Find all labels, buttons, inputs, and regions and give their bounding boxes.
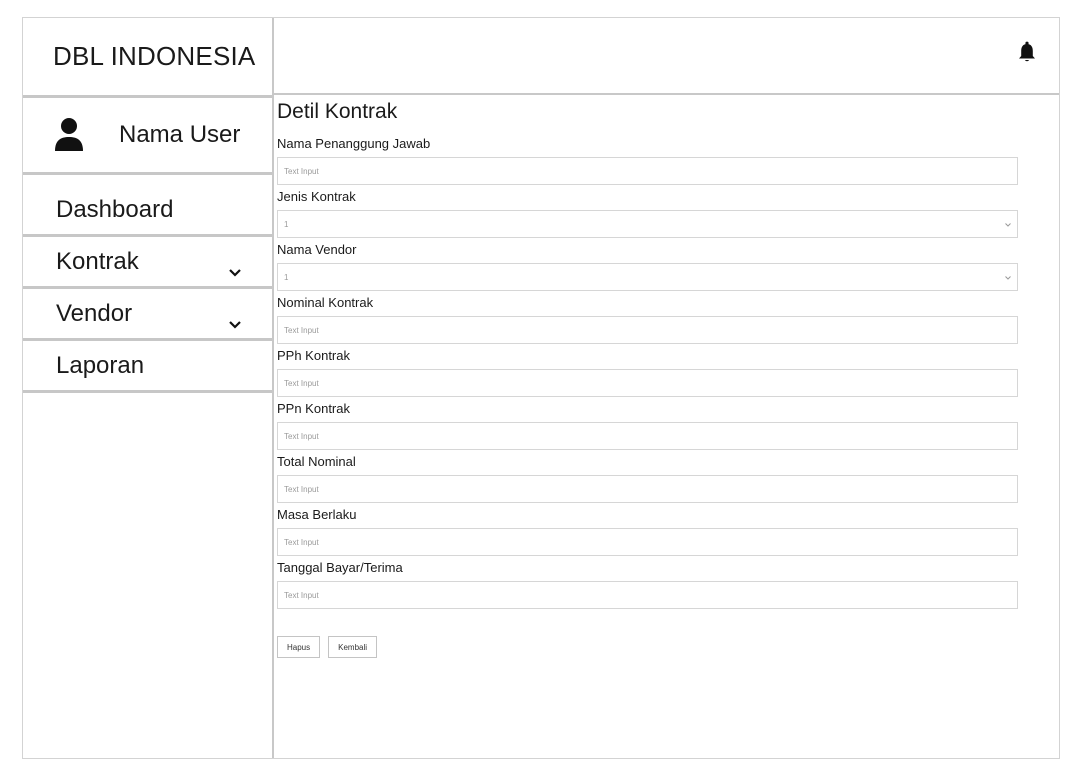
sidebar: DBL INDONESIA Nama User Dashboard Kontra… [23,18,274,758]
nav-item-label: Kontrak [56,247,139,275]
masa-berlaku-input[interactable] [277,528,1018,556]
chevron-down-icon [228,309,242,329]
field-label: Nama Penanggung Jawab [277,136,431,151]
nav-item-vendor[interactable]: Vendor [23,289,272,341]
chevron-down-icon [1005,273,1011,282]
field-label: Nominal Kontrak [277,295,374,310]
nav-item-kontrak[interactable]: Kontrak [23,237,272,289]
user-profile[interactable]: Nama User [23,98,272,175]
field-masa-berlaku: Masa Berlaku [277,507,1052,556]
field-penanggung-jawab: Nama Penanggung Jawab [277,136,1052,185]
select-value: 1 [284,272,289,282]
field-total-nominal: Total Nominal [277,454,1052,503]
field-label: Masa Berlaku [277,507,357,522]
nav-item-label: Vendor [56,299,133,327]
jenis-kontrak-select[interactable]: 1 [277,210,1018,238]
form-actions: Hapus Kembali [277,636,1052,658]
field-label: Jenis Kontrak [277,189,356,204]
kembali-button[interactable]: Kembali [328,636,378,658]
field-tanggal-bayar: Tanggal Bayar/Terima [277,560,1052,609]
top-bar [274,18,1059,95]
nav-item-dashboard[interactable]: Dashboard [23,185,272,237]
user-icon [54,117,84,153]
nav-item-label: Laporan [56,351,145,379]
user-name: Nama User [119,121,241,148]
penanggung-jawab-input[interactable] [277,157,1018,185]
page-title: Detil Kontrak [277,100,398,123]
chevron-down-icon [1005,220,1011,229]
brand-logo[interactable]: DBL INDONESIA [23,18,272,98]
field-label: PPn Kontrak [277,401,350,416]
field-pph-kontrak: PPh Kontrak [277,348,1052,397]
field-nominal-kontrak: Nominal Kontrak [277,295,1052,344]
field-label: Total Nominal [277,454,356,469]
tanggal-bayar-input[interactable] [277,581,1018,609]
field-nama-vendor: Nama Vendor 1 [277,242,1052,291]
nav-item-label: Dashboard [56,195,174,223]
field-jenis-kontrak: Jenis Kontrak 1 [277,189,1052,238]
main-content: Detil Kontrak Nama Penanggung Jawab Jeni… [277,100,1052,658]
ppn-kontrak-input[interactable] [277,422,1018,450]
total-nominal-input[interactable] [277,475,1018,503]
hapus-button[interactable]: Hapus [277,636,321,658]
chevron-down-icon [228,257,242,277]
nominal-kontrak-input[interactable] [277,316,1018,344]
field-label: Tanggal Bayar/Terima [277,560,403,575]
field-label: Nama Vendor [277,242,357,257]
nama-vendor-select[interactable]: 1 [277,263,1018,291]
nav-item-laporan[interactable]: Laporan [23,341,272,393]
field-label: PPh Kontrak [277,348,350,363]
pph-kontrak-input[interactable] [277,369,1018,397]
select-value: 1 [284,219,289,229]
bell-icon[interactable] [1018,41,1036,63]
field-ppn-kontrak: PPn Kontrak [277,401,1052,450]
